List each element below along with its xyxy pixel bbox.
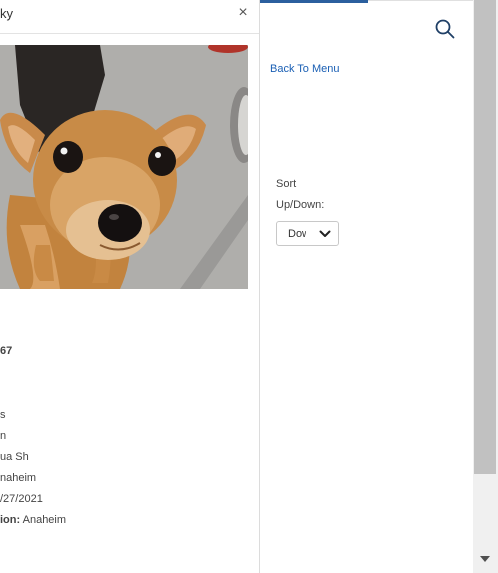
- vertical-scrollbar[interactable]: [473, 0, 498, 573]
- detail-date: /27/2021: [0, 493, 43, 505]
- sort-label-line2: Up/Down:: [276, 199, 325, 211]
- detail-city: naheim: [0, 472, 37, 484]
- page: ky × 67 s n ua Sh naheim /27/2021 ion: A…: [0, 0, 498, 573]
- detail-line: s: [0, 409, 6, 421]
- tab-divider: [368, 0, 473, 1]
- chevron-down-icon: [319, 230, 331, 237]
- detail-location: ion: Anaheim: [0, 514, 66, 526]
- search-icon[interactable]: [434, 18, 456, 40]
- back-to-menu-link[interactable]: Back To Menu: [270, 63, 340, 75]
- sort-label-line1: Sort: [276, 178, 297, 190]
- sort-select-value: Dow: [288, 228, 306, 240]
- active-tab-indicator: [260, 0, 368, 3]
- dog-photo: [0, 45, 248, 289]
- detail-location-value: Anaheim: [20, 514, 67, 526]
- dialog-header: ky ×: [0, 0, 259, 34]
- detail-id: 67: [0, 345, 13, 357]
- sort-panel: Back To Menu Sort Up/Down: Dow: [260, 0, 473, 573]
- scroll-down-arrow-icon[interactable]: [478, 553, 492, 565]
- dialog-title: ky: [0, 6, 13, 21]
- detail-breed: ua Sh: [0, 451, 29, 463]
- close-button[interactable]: ×: [236, 4, 250, 22]
- pet-detail-dialog: ky × 67 s n ua Sh naheim /27/2021 ion: A…: [0, 0, 260, 573]
- sort-label: Sort Up/Down:: [276, 176, 356, 213]
- scrollbar-thumb[interactable]: [474, 0, 496, 474]
- detail-location-label: ion:: [0, 514, 21, 526]
- dog-photo-illustration: [0, 45, 248, 289]
- detail-line: n: [0, 430, 7, 442]
- sort-direction-select[interactable]: Dow: [276, 221, 339, 246]
